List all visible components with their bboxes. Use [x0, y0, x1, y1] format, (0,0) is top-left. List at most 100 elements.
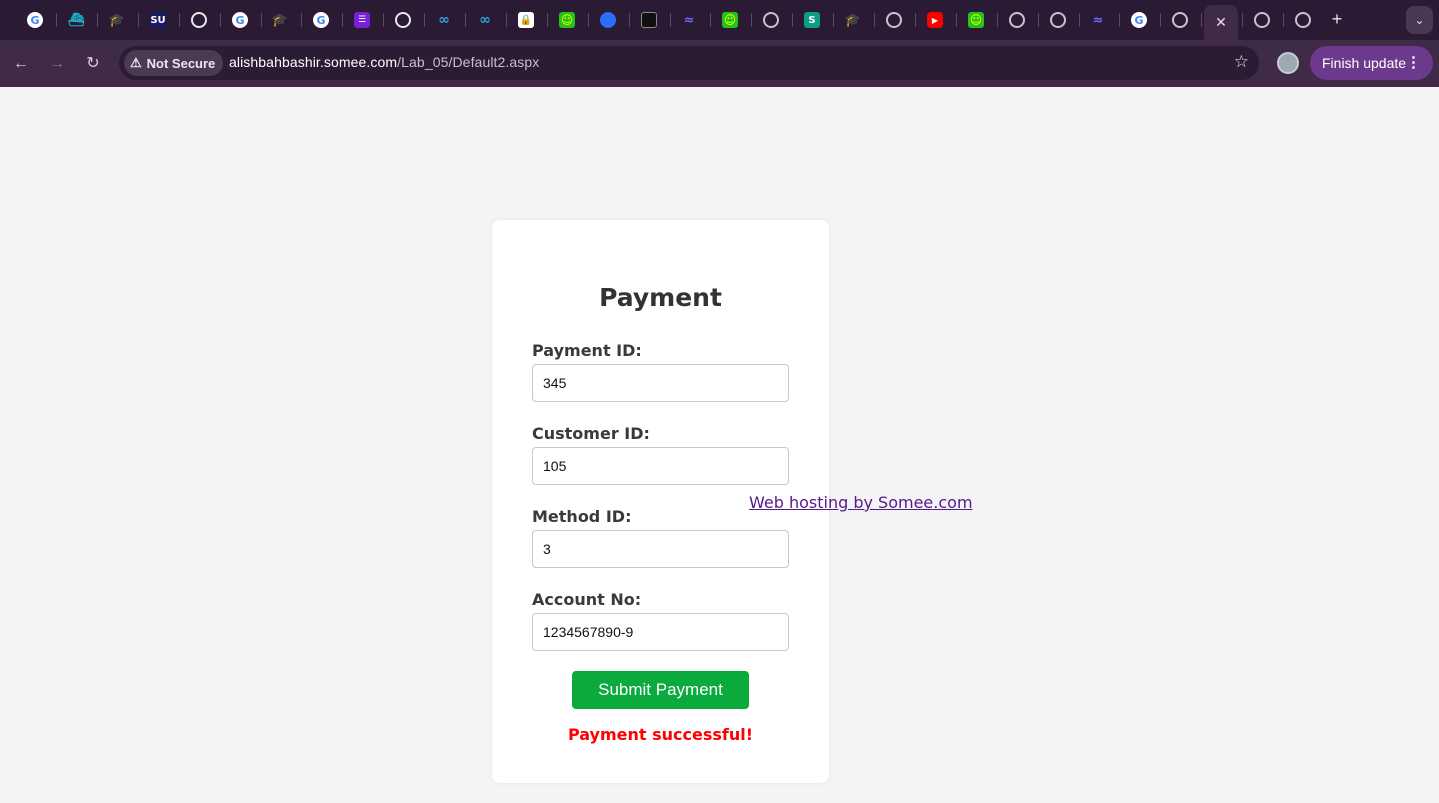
tab-separator — [342, 13, 343, 27]
payment-id-label: Payment ID: — [532, 341, 642, 360]
browser-tab[interactable] — [1000, 5, 1034, 35]
globe-icon — [1050, 12, 1066, 28]
browser-tab[interactable] — [1245, 5, 1279, 35]
address-bar[interactable]: ⚠ Not Secure alishbahbashir.somee.com/La… — [119, 46, 1259, 80]
lock-icon: 🔒 — [518, 12, 534, 28]
wave-icon: ≈ — [683, 12, 695, 28]
browser-tab[interactable]: ≈ — [1081, 5, 1115, 35]
browser-tab[interactable] — [1041, 5, 1075, 35]
tab-separator — [1119, 13, 1120, 27]
browser-tab[interactable] — [386, 5, 420, 35]
chatgpt-icon — [395, 12, 411, 28]
tab-separator — [956, 13, 957, 27]
tab-separator — [547, 13, 548, 27]
web-hosting-link[interactable]: Web hosting by Somee.com — [749, 493, 973, 512]
browser-tab[interactable] — [1286, 5, 1320, 35]
tab-separator — [465, 13, 466, 27]
browser-tab[interactable]: 🎓 — [263, 5, 297, 35]
globe-icon — [763, 12, 779, 28]
tab-separator — [588, 13, 589, 27]
tab-separator — [915, 13, 916, 27]
ring-icon — [600, 12, 616, 28]
tab-separator — [997, 13, 998, 27]
tab-separator — [1242, 13, 1243, 27]
forward-button[interactable]: → — [44, 51, 70, 77]
graduation-cap-icon: 🎓 — [844, 12, 862, 28]
customer-id-label: Customer ID: — [532, 424, 650, 443]
security-label: Not Secure — [146, 55, 216, 71]
browser-tab[interactable]: G — [18, 5, 52, 35]
close-icon[interactable]: ✕ — [1215, 14, 1227, 31]
graduation-cap-icon: 🎓 — [108, 12, 126, 28]
bookmark-star-icon[interactable]: ☆ — [1234, 52, 1249, 72]
back-button[interactable]: ← — [8, 51, 34, 77]
browser-tab[interactable]: ⛴ — [59, 5, 93, 35]
google-icon: G — [313, 12, 329, 28]
browser-tab[interactable]: ✕ — [1204, 5, 1238, 40]
globe-icon — [886, 12, 902, 28]
tab-separator — [179, 13, 180, 27]
youtube-icon: ▶ — [927, 12, 943, 28]
browser-tab[interactable]: G — [1122, 5, 1156, 35]
url-host: alishbahbashir.somee.com — [229, 54, 398, 70]
customer-id-input[interactable] — [532, 447, 789, 485]
reload-button[interactable]: ↻ — [80, 51, 106, 77]
method-id-input[interactable] — [532, 530, 789, 568]
browser-tab[interactable]: ≈ — [672, 5, 706, 35]
method-id-label: Method ID: — [532, 507, 632, 526]
account-no-input[interactable] — [532, 613, 789, 651]
browser-tab[interactable] — [877, 5, 911, 35]
browser-tab[interactable]: SU — [141, 5, 175, 35]
submit-payment-button[interactable]: Submit Payment — [572, 671, 749, 709]
tab-separator — [261, 13, 262, 27]
status-message: Payment successful! — [567, 725, 754, 744]
browser-tab[interactable] — [1163, 5, 1197, 35]
browser-tab[interactable]: 🎓 — [836, 5, 870, 35]
tab-separator — [1160, 13, 1161, 27]
tab-separator — [424, 13, 425, 27]
tab-separator — [301, 13, 302, 27]
browser-tab-strip: + ⌄ G ⛴ 🎓 SU G 🎓 G ☰ ∞ ∞ 🔒 ☺ ≈ ☺ S 🎓 ▶ ☺ ≈ G ✕ — [0, 0, 1439, 40]
tab-separator — [874, 13, 875, 27]
browser-tab[interactable]: ▶ — [918, 5, 952, 35]
tab-search-button[interactable]: ⌄ — [1406, 6, 1433, 34]
browser-tab[interactable] — [182, 5, 216, 35]
browser-tab[interactable]: S — [795, 5, 829, 35]
kebab-menu-icon[interactable]: ⋮ — [1406, 53, 1421, 71]
finish-update-button[interactable]: Finish update ⋮ — [1310, 46, 1433, 80]
tab-separator — [833, 13, 834, 27]
browser-tab[interactable] — [591, 5, 625, 35]
tab-separator — [138, 13, 139, 27]
payment-id-input[interactable] — [532, 364, 789, 402]
new-tab-button[interactable]: + — [1326, 8, 1348, 30]
tab-separator — [792, 13, 793, 27]
url-text[interactable]: alishbahbashir.somee.com/Lab_05/Default2… — [229, 54, 539, 70]
link-icon: ∞ — [438, 12, 450, 28]
browser-tab[interactable]: ∞ — [468, 5, 502, 35]
browser-toolbar: ← → ↻ ⚠ Not Secure alishbahbashir.somee.… — [0, 40, 1439, 87]
globe-icon — [1172, 12, 1188, 28]
browser-tab[interactable] — [754, 5, 788, 35]
page-title: Payment — [599, 283, 722, 312]
tab-separator — [629, 13, 630, 27]
globe-icon — [1009, 12, 1025, 28]
tab-separator — [670, 13, 671, 27]
warning-icon: ⚠ — [130, 55, 142, 70]
finish-update-label: Finish update — [1322, 55, 1407, 71]
browser-tab[interactable]: ☺ — [959, 5, 993, 35]
tab-separator — [383, 13, 384, 27]
list-icon: ☰ — [354, 12, 370, 28]
browser-tab[interactable]: G — [223, 5, 257, 35]
browser-tab[interactable]: G — [304, 5, 338, 35]
profile-avatar[interactable] — [1277, 52, 1299, 74]
browser-tab[interactable]: ☺ — [550, 5, 584, 35]
browser-tab[interactable]: 🔒 — [509, 5, 543, 35]
browser-tab[interactable]: ☺ — [713, 5, 747, 35]
browser-tab[interactable]: 🎓 — [100, 5, 134, 35]
security-indicator[interactable]: ⚠ Not Secure — [124, 50, 224, 76]
browser-tab[interactable]: ☰ — [345, 5, 379, 35]
link-icon: ∞ — [479, 12, 491, 28]
browser-tab[interactable] — [632, 5, 666, 35]
browser-tab[interactable]: ∞ — [427, 5, 461, 35]
chatgpt-icon — [191, 12, 207, 28]
